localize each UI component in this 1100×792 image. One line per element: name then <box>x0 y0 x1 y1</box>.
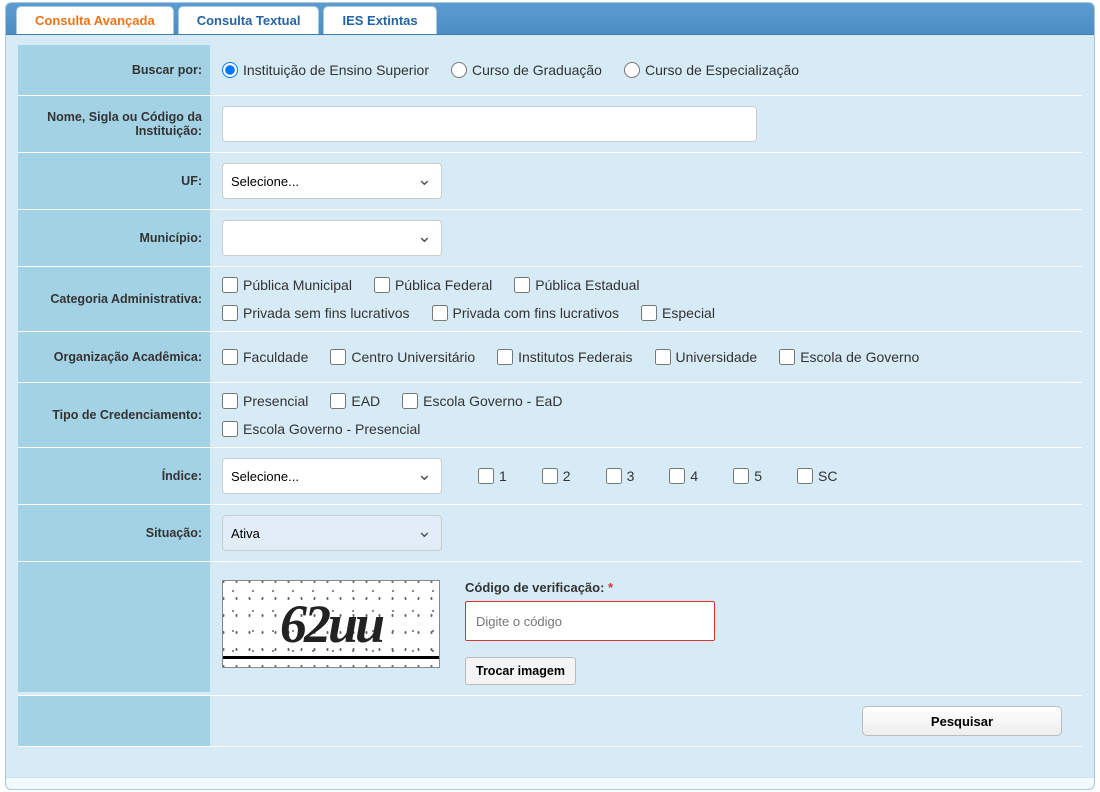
swap-captcha-button[interactable]: Trocar imagem <box>465 657 576 685</box>
select-indice[interactable]: Selecione... <box>222 458 442 494</box>
label-buscar-por: Buscar por: <box>18 45 210 95</box>
row-categoria: Categoria Administrativa: Pública Munici… <box>18 267 1082 332</box>
row-nome: Nome, Sigla ou Código da Instituição: <box>18 96 1082 153</box>
indice-checks: 1 2 3 4 5 SC <box>478 468 837 484</box>
form-area: Buscar por: Instituição de Ensino Superi… <box>6 35 1094 777</box>
radio-ies[interactable]: Instituição de Ensino Superior <box>222 62 429 78</box>
radio-graduacao[interactable]: Curso de Graduação <box>451 62 602 78</box>
radio-especializacao[interactable]: Curso de Especialização <box>624 62 799 78</box>
label-situacao: Situação: <box>18 505 210 561</box>
row-organizacao: Organização Acadêmica: Faculdade Centro … <box>18 332 1082 383</box>
row-indice: Índice: Selecione... 1 2 3 4 5 SC <box>18 448 1082 505</box>
select-situacao[interactable]: Ativa <box>222 515 442 551</box>
label-municipio: Município: <box>18 210 210 266</box>
footer-bar <box>6 777 1094 789</box>
radio-ies-input[interactable] <box>222 62 238 78</box>
check-escola-governo[interactable]: Escola de Governo <box>779 349 919 365</box>
radio-ies-label: Instituição de Ensino Superior <box>243 62 429 78</box>
check-faculdade[interactable]: Faculdade <box>222 349 308 365</box>
captcha-label: Código de verificação: * <box>465 580 715 595</box>
radio-graduacao-label: Curso de Graduação <box>472 62 602 78</box>
check-indice-4[interactable]: 4 <box>669 468 698 484</box>
captcha-input[interactable] <box>465 601 715 641</box>
label-indice: Índice: <box>18 448 210 504</box>
label-credenciamento: Tipo de Credenciamento: <box>18 383 210 447</box>
check-publica-estadual[interactable]: Pública Estadual <box>514 277 639 293</box>
label-submit-empty <box>18 696 210 746</box>
label-uf: UF: <box>18 153 210 209</box>
required-asterisk: * <box>608 580 613 595</box>
check-institutos-federais[interactable]: Institutos Federais <box>497 349 632 365</box>
tab-consulta-avancada[interactable]: Consulta Avançada <box>16 6 174 34</box>
tab-ies-extintas[interactable]: IES Extintas <box>323 6 436 34</box>
label-captcha-empty <box>18 562 210 692</box>
check-escola-governo-presencial[interactable]: Escola Governo - Presencial <box>222 421 420 437</box>
row-situacao: Situação: Ativa <box>18 505 1082 562</box>
main-container: Consulta Avançada Consulta Textual IES E… <box>5 2 1095 790</box>
row-municipio: Município: <box>18 210 1082 267</box>
tab-consulta-textual[interactable]: Consulta Textual <box>178 6 320 34</box>
check-especial[interactable]: Especial <box>641 305 715 321</box>
row-captcha: 62uu Código de verificação: * Trocar ima… <box>18 562 1082 696</box>
captcha-image: 62uu <box>222 580 440 668</box>
row-buscar-por: Buscar por: Instituição de Ensino Superi… <box>18 45 1082 96</box>
row-uf: UF: Selecione... <box>18 153 1082 210</box>
check-centro-universitario[interactable]: Centro Universitário <box>330 349 475 365</box>
label-categoria: Categoria Administrativa: <box>18 267 210 331</box>
select-uf[interactable]: Selecione... <box>222 163 442 199</box>
check-indice-5[interactable]: 5 <box>733 468 762 484</box>
search-button[interactable]: Pesquisar <box>862 706 1062 736</box>
row-submit: Pesquisar <box>18 696 1082 747</box>
radio-especializacao-input[interactable] <box>624 62 640 78</box>
select-municipio[interactable] <box>222 220 442 256</box>
radio-especializacao-label: Curso de Especialização <box>645 62 799 78</box>
input-nome[interactable] <box>222 106 757 142</box>
check-escola-governo-ead[interactable]: Escola Governo - EaD <box>402 393 562 409</box>
check-group-credenciamento: Presencial EAD Escola Governo - EaD Esco… <box>222 393 805 437</box>
label-organizacao: Organização Acadêmica: <box>18 332 210 382</box>
check-indice-1[interactable]: 1 <box>478 468 507 484</box>
label-nome: Nome, Sigla ou Código da Instituição: <box>18 96 210 152</box>
check-privada-com-fins[interactable]: Privada com fins lucrativos <box>432 305 620 321</box>
check-publica-municipal[interactable]: Pública Municipal <box>222 277 352 293</box>
tab-bar: Consulta Avançada Consulta Textual IES E… <box>6 3 1094 35</box>
check-ead[interactable]: EAD <box>330 393 380 409</box>
check-indice-sc[interactable]: SC <box>797 468 837 484</box>
check-publica-federal[interactable]: Pública Federal <box>374 277 492 293</box>
check-indice-2[interactable]: 2 <box>542 468 571 484</box>
check-group-organizacao: Faculdade Centro Universitário Instituto… <box>222 349 919 365</box>
check-presencial[interactable]: Presencial <box>222 393 308 409</box>
radio-group-buscar-por: Instituição de Ensino Superior Curso de … <box>222 62 799 78</box>
radio-graduacao-input[interactable] <box>451 62 467 78</box>
captcha-text: 62uu <box>280 593 382 655</box>
check-group-categoria: Pública Municipal Pública Federal Públic… <box>222 277 1070 321</box>
check-privada-sem-fins[interactable]: Privada sem fins lucrativos <box>222 305 410 321</box>
check-indice-3[interactable]: 3 <box>606 468 635 484</box>
row-credenciamento: Tipo de Credenciamento: Presencial EAD E… <box>18 383 1082 448</box>
check-universidade[interactable]: Universidade <box>655 349 758 365</box>
